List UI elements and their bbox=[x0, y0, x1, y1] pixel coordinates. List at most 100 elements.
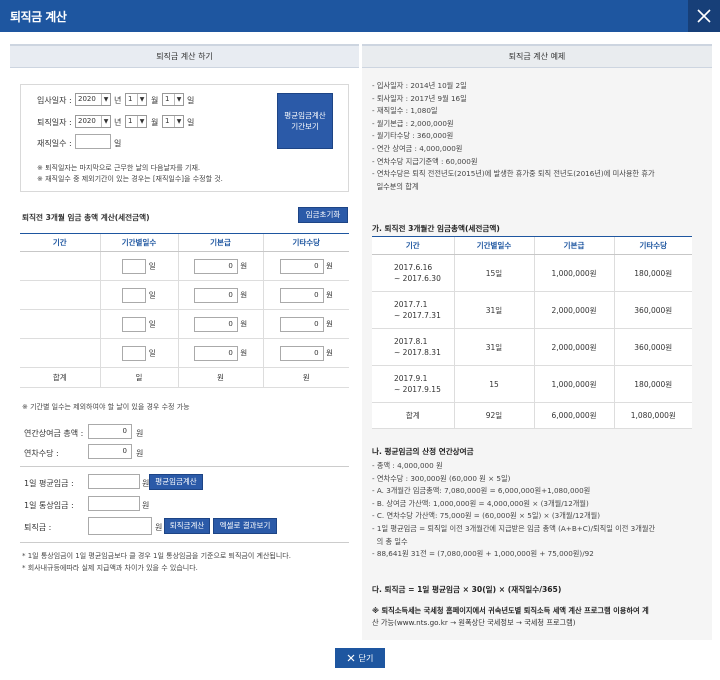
total-basic: 원 bbox=[177, 367, 263, 388]
bonus-input[interactable]: 0 bbox=[88, 424, 132, 439]
table-row: 2017.6.16 ~ 2017.6.30 15일 1,000,000원 180,… bbox=[372, 254, 692, 292]
divider bbox=[20, 466, 349, 467]
severance-calc-button[interactable]: 퇴직금계산 bbox=[164, 518, 210, 534]
other-input[interactable]: 0 bbox=[279, 316, 324, 332]
col-basic: 기본급 bbox=[533, 236, 614, 255]
day-unit: 일 bbox=[148, 319, 156, 328]
section-c-title: 다. 퇴직금 = 1일 평균임금 × 30(일) × (재직일수/365) bbox=[372, 585, 562, 594]
other-cell: 360,000원 bbox=[613, 291, 692, 329]
total-basic: 6,000,000원 bbox=[533, 402, 614, 429]
table-row: 일 0 원 0 원 bbox=[20, 251, 349, 281]
list-item: - A. 3개월간 임금총액: 7,080,000원 = 6,000,000원+… bbox=[372, 486, 591, 496]
leave-year-select[interactable]: 2020 ▼ bbox=[75, 115, 111, 128]
list-item: - 88,641원 31전 = (7,080,000원 + 1,000,000원… bbox=[372, 549, 594, 559]
window-close-button[interactable] bbox=[688, 0, 720, 32]
won-unit: 원 bbox=[240, 319, 248, 328]
basic-input[interactable]: 0 bbox=[193, 258, 238, 274]
list-item: - 1일 평균임금 = 퇴직일 이전 3개월간에 지급받은 임금 총액 (A+B… bbox=[372, 523, 656, 533]
workdays-label: 재직일수 : bbox=[37, 139, 72, 148]
list-item: - 월기본급 : 2,000,000원 bbox=[372, 118, 454, 128]
days-input[interactable] bbox=[122, 316, 147, 332]
join-year-select[interactable]: 2020 ▼ bbox=[75, 93, 111, 106]
col-period: 기간 bbox=[372, 236, 454, 255]
list-item: - 연차수당 지급기준액 : 60,000원 bbox=[372, 156, 478, 166]
leave-date-label: 퇴직일자 : bbox=[37, 118, 72, 127]
period-cell bbox=[20, 338, 100, 368]
list-item: - 재직일수 : 1,080일 bbox=[372, 106, 438, 116]
period-start: 2017.8.1 bbox=[394, 337, 428, 346]
days-input[interactable] bbox=[122, 258, 147, 274]
calculator-panel: 퇴직금 계산 하기 입사일자 : 2020 ▼ 년 1 ▼ 월 1 ▼ 일 퇴직일자 … bbox=[10, 44, 359, 640]
total-other: 1,080,000원 bbox=[613, 402, 692, 429]
won-unit: 원 bbox=[325, 319, 333, 328]
avg-wage-period-button[interactable]: 평균임금계산 기간보기 bbox=[277, 93, 333, 149]
day-unit: 일 bbox=[114, 139, 122, 148]
workdays-input[interactable] bbox=[75, 134, 111, 149]
section-a-title: 가. 퇴직전 3개월간 임금총액(세전금액) bbox=[372, 224, 500, 233]
won-unit: 원 bbox=[325, 290, 333, 299]
section-b-title: 나. 평균임금의 산정 연간상여금 bbox=[372, 447, 474, 456]
days-input[interactable] bbox=[122, 345, 147, 361]
table-row: 일 0 원 0 원 bbox=[20, 309, 349, 339]
basic-input[interactable]: 0 bbox=[193, 287, 238, 303]
close-button[interactable]: 닫기 bbox=[335, 648, 385, 668]
days-note: ※ 기간별 일수는 제외하여야 할 날이 있을 경우 수정 가능 bbox=[22, 403, 190, 411]
total-other: 원 bbox=[262, 367, 349, 388]
col-days: 기간별일수 bbox=[99, 233, 178, 252]
won-unit: 원 bbox=[325, 348, 333, 357]
period-end: ~ 2017.7.31 bbox=[394, 311, 441, 320]
footnote-1: * 1일 통상임금이 1일 평균임금보다 클 경우 1일 통상임금을 기준으로 … bbox=[22, 552, 291, 560]
calculator-panel-title: 퇴직금 계산 하기 bbox=[10, 44, 359, 68]
col-days: 기간별일수 bbox=[453, 236, 534, 255]
table-row: 일 0 원 0 원 bbox=[20, 280, 349, 310]
basic-cell: 1,000,000원 bbox=[533, 254, 614, 292]
footnote-2: * 회사내규등에따라 실제 지급액과 차이가 있을 수 있습니다. bbox=[22, 564, 198, 572]
period-cell bbox=[20, 280, 100, 310]
won-unit: 원 bbox=[142, 501, 150, 510]
join-date-label: 입사일자 : bbox=[37, 96, 72, 105]
days-cell: 15 bbox=[453, 365, 534, 403]
form-note-1: ※ 퇴직일자는 마지막으로 근무한 날의 다음날자를 기재. bbox=[37, 164, 201, 172]
avg-wage-calc-button[interactable]: 평균임금계산 bbox=[149, 474, 203, 490]
other-input[interactable]: 0 bbox=[279, 258, 324, 274]
list-item: - 퇴사일자 : 2017년 9월 16일 bbox=[372, 93, 467, 103]
basic-input[interactable]: 0 bbox=[193, 316, 238, 332]
period-end: ~ 2017.9.15 bbox=[394, 385, 441, 394]
total-days: 92일 bbox=[453, 402, 534, 429]
chevron-down-icon: ▼ bbox=[137, 116, 146, 127]
days-input[interactable] bbox=[122, 287, 147, 303]
col-basic: 기본급 bbox=[177, 233, 263, 252]
chevron-down-icon: ▼ bbox=[174, 116, 183, 127]
join-month-select[interactable]: 1 ▼ bbox=[125, 93, 147, 106]
won-unit: 원 bbox=[136, 449, 144, 458]
col-other: 기타수당 bbox=[262, 233, 349, 252]
join-day-select[interactable]: 1 ▼ bbox=[162, 93, 184, 106]
period-cell bbox=[20, 309, 100, 339]
table-row: 2017.7.1 ~ 2017.7.31 31일 2,000,000원 360,0… bbox=[372, 291, 692, 329]
won-unit: 원 bbox=[155, 523, 163, 532]
basic-input[interactable]: 0 bbox=[193, 345, 238, 361]
normal-wage-input[interactable] bbox=[88, 496, 140, 511]
severance-label: 퇴직금 : bbox=[24, 523, 52, 532]
avg-wage-input[interactable] bbox=[88, 474, 140, 489]
tax-note-line-2: 산 가능(www.nts.go.kr → 원폭상단 국세정보 → 국세청 프로그… bbox=[372, 618, 576, 627]
total-label: 합계 bbox=[20, 367, 100, 388]
allowance-input[interactable]: 0 bbox=[88, 444, 132, 459]
leave-month-select[interactable]: 1 ▼ bbox=[125, 115, 147, 128]
allowance-label: 연차수당 : bbox=[24, 449, 59, 458]
list-item: - 연차수당은 퇴직 전전년도(2015년)에 발생한 휴가중 퇴직 전년도(2… bbox=[372, 169, 655, 179]
other-input[interactable]: 0 bbox=[279, 345, 324, 361]
example-panel-title: 퇴직금 계산 예제 bbox=[362, 44, 712, 68]
divider bbox=[20, 542, 349, 543]
basic-cell: 2,000,000원 bbox=[533, 291, 614, 329]
day-unit: 일 bbox=[148, 290, 156, 299]
leave-day-select[interactable]: 1 ▼ bbox=[162, 115, 184, 128]
severance-input[interactable] bbox=[88, 517, 152, 535]
example-info-list: - 입사일자 : 2014년 10월 2일 - 퇴사일자 : 2017년 9월 … bbox=[372, 80, 655, 193]
reset-wage-button[interactable]: 임금초기화 bbox=[298, 207, 348, 223]
col-period: 기간 bbox=[20, 233, 100, 252]
excel-result-button[interactable]: 엑셀로 결과보기 bbox=[213, 518, 277, 534]
other-input[interactable]: 0 bbox=[279, 287, 324, 303]
basic-cell: 2,000,000원 bbox=[533, 328, 614, 366]
tax-note-line-1: ※ 퇴직소득세는 국세청 홈페이지에서 귀속년도별 퇴직소득 세액 계산 프로그… bbox=[372, 606, 649, 615]
